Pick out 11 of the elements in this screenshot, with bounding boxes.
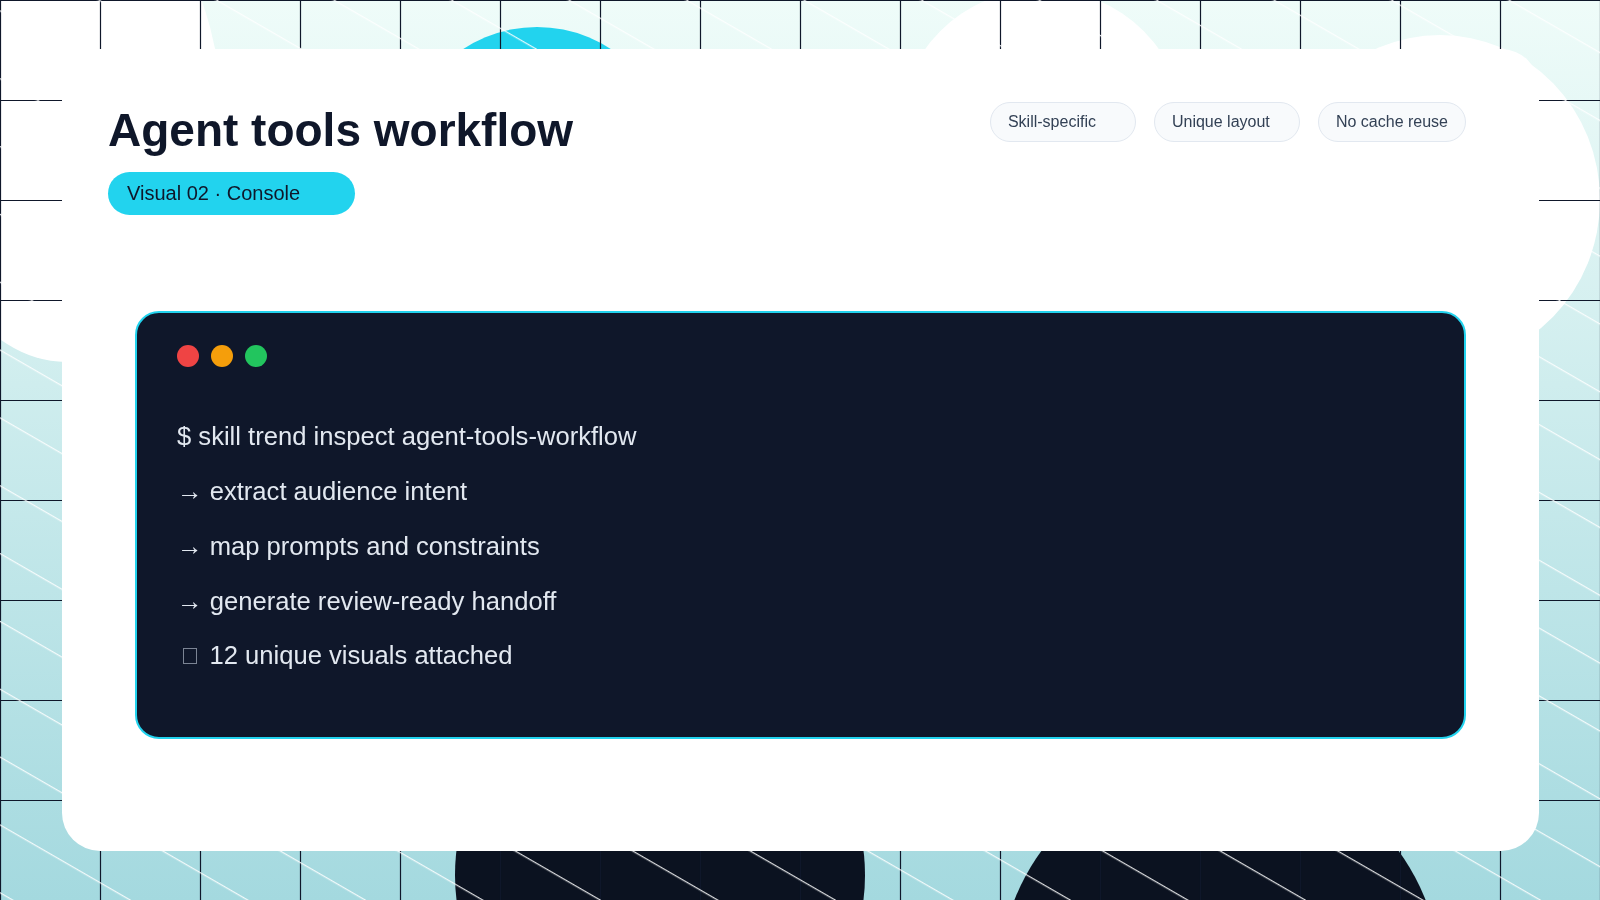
feature-tag: No cache reuse: [1317, 102, 1466, 142]
visual-tag: Visual 02 · Console: [108, 171, 355, 215]
feature-tag: Skill-specific: [989, 102, 1136, 142]
console-line: → extract audience intent: [177, 476, 469, 507]
console-line: 12 unique visuals attached: [209, 640, 513, 672]
feature-tag: Unique layout: [1153, 102, 1300, 142]
page-title: Agent tools workflow: [108, 105, 574, 156]
console-line: → map prompts and constraints: [177, 530, 541, 562]
empty-square-icon: [183, 647, 197, 664]
console-line: → generate review-ready handoff: [177, 585, 558, 617]
console-line: $ skill trend inspect agent-tools-workflow: [177, 421, 638, 453]
